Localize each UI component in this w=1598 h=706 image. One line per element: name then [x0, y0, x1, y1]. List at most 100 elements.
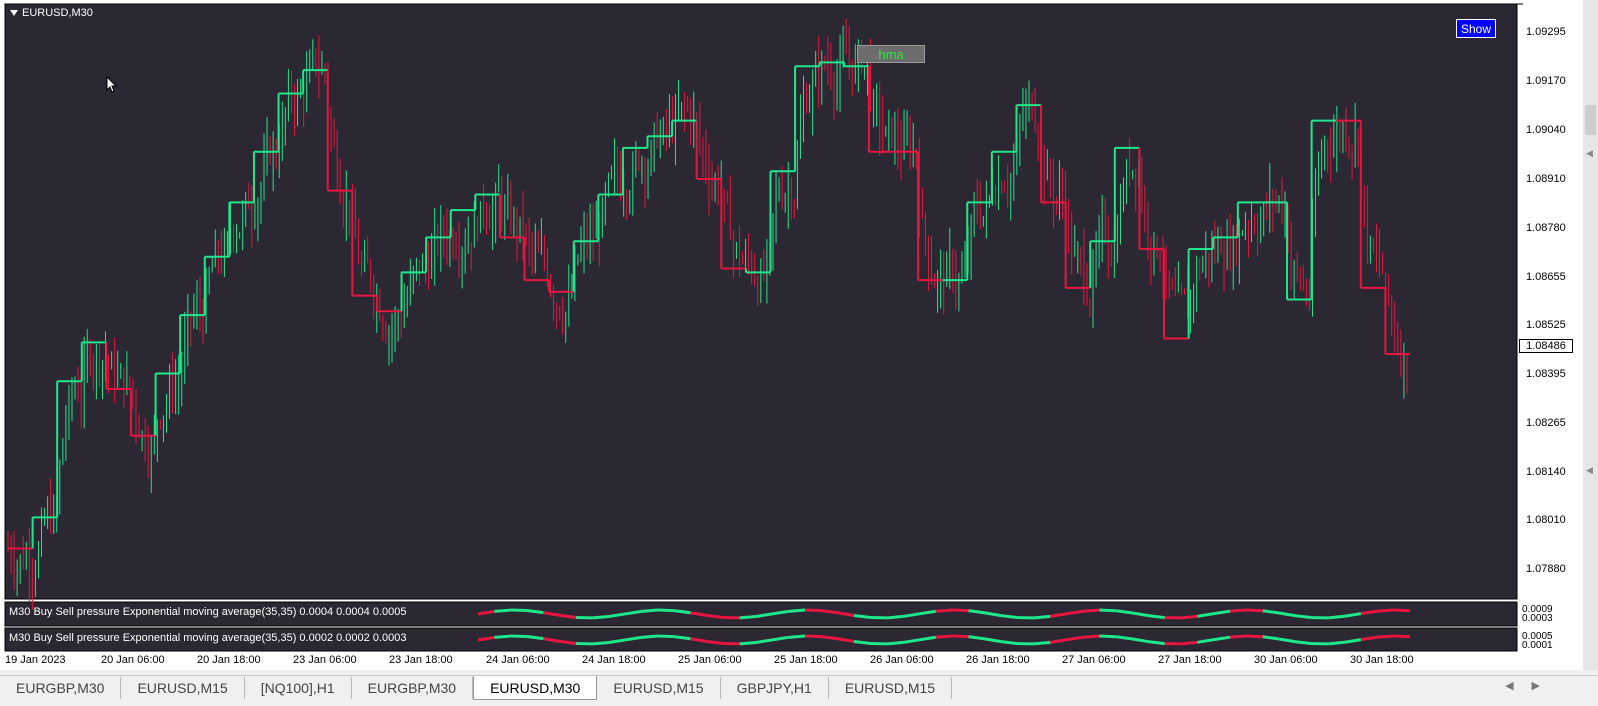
- indicator-line: [1230, 610, 1246, 611]
- indicator-line: [592, 617, 608, 618]
- indicator-line: [1148, 616, 1164, 618]
- vertical-scrollbar[interactable]: ◀ ◀: [1583, 0, 1598, 670]
- scroll-left-arrow-icon[interactable]: ◀: [1586, 148, 1593, 159]
- indicator-line: [642, 636, 658, 637]
- indicator-line: [527, 611, 543, 613]
- price-tick-label: 1.07880: [1526, 563, 1572, 575]
- tab--nq100-h1[interactable]: [NQ100],H1: [245, 677, 352, 699]
- indicator-line: [1099, 610, 1115, 611]
- indicator-line: [674, 637, 690, 639]
- tab-eurgbp-m30[interactable]: EURGBP,M30: [0, 677, 121, 699]
- price-tick-label: 1.08140: [1526, 466, 1572, 478]
- indicator-1-scale: 0.0009 0.0003: [1522, 605, 1553, 623]
- time-tick-label: 24 Jan 06:00: [486, 654, 550, 666]
- time-tick-label: 19 Jan 2023: [5, 654, 66, 666]
- symbol-title[interactable]: EURUSD,M30: [10, 7, 93, 19]
- time-tick-label: 25 Jan 18:00: [774, 654, 838, 666]
- indicator-2-scale: 0.0005 0.0001: [1522, 632, 1553, 650]
- indicator-line: [952, 636, 968, 637]
- indicator-line: [674, 611, 690, 613]
- indicator-line: [1296, 642, 1312, 644]
- price-tick-label: 1.09040: [1526, 124, 1572, 136]
- time-tick-label: 27 Jan 18:00: [1158, 654, 1222, 666]
- hma-label-box[interactable]: hma: [857, 45, 925, 63]
- indicator-line: [1246, 610, 1262, 611]
- indicator-line: [952, 610, 968, 611]
- indicator-line: [560, 615, 576, 617]
- time-tick-label: 23 Jan 06:00: [293, 654, 357, 666]
- time-tick-label: 27 Jan 06:00: [1062, 654, 1126, 666]
- show-button[interactable]: Show: [1456, 19, 1496, 38]
- indicator-line: [1181, 616, 1197, 618]
- tab-scroll-arrows[interactable]: ◀▶: [1505, 679, 1558, 692]
- mouse-cursor-icon: [106, 76, 118, 94]
- current-price-label: 1.08486: [1519, 339, 1573, 353]
- indicator-line: [642, 610, 658, 611]
- indicator-line: [1394, 610, 1410, 611]
- symbol-title-text: EURUSD,M30: [22, 7, 93, 19]
- indicator-line: [1328, 642, 1344, 644]
- indicator-2-scale-bottom: 0.0001: [1522, 641, 1553, 650]
- indicator-line: [887, 616, 903, 617]
- indicator-line: [1328, 616, 1344, 618]
- tab-eurusd-m15[interactable]: EURUSD,M15: [121, 677, 244, 699]
- indicator-line: [1099, 636, 1115, 637]
- indicator-line: [1394, 636, 1410, 637]
- price-tick-label: 1.08525: [1526, 319, 1572, 331]
- price-tick-label: 1.09170: [1526, 75, 1572, 87]
- indicator-line: [740, 642, 756, 643]
- price-chart[interactable]: [0, 0, 1598, 670]
- indicator-line: [854, 642, 870, 644]
- price-tick-label: 1.08910: [1526, 173, 1572, 185]
- indicator-line: [560, 641, 576, 643]
- scroll-right-arrow-icon[interactable]: ◀: [1586, 465, 1593, 476]
- tab-gbpjpy-h1[interactable]: GBPJPY,H1: [721, 677, 829, 699]
- price-tick-label: 1.08010: [1526, 514, 1572, 526]
- indicator-line: [707, 641, 723, 643]
- indicator-line: [527, 637, 543, 639]
- indicator-line: [854, 616, 870, 618]
- indicator-1-scale-bottom: 0.0003: [1522, 614, 1553, 623]
- indicator-line: [1083, 610, 1099, 611]
- price-tick-label: 1.08265: [1526, 417, 1572, 429]
- tab-eurusd-m30[interactable]: EURUSD,M30: [473, 676, 597, 700]
- indicator-line: [1001, 616, 1017, 618]
- indicator-line: [592, 643, 608, 644]
- tab-eurusd-m15[interactable]: EURUSD,M15: [829, 677, 952, 699]
- indicator-line: [1034, 616, 1050, 618]
- time-tick-label: 23 Jan 18:00: [389, 654, 453, 666]
- indicator-line: [936, 636, 952, 637]
- indicator-line: [658, 610, 674, 611]
- indicator-line: [936, 610, 952, 611]
- scrollbar-thumb[interactable]: [1585, 105, 1596, 135]
- time-tick-label: 20 Jan 06:00: [101, 654, 165, 666]
- indicator-line: [1296, 616, 1312, 618]
- time-tick-label: 24 Jan 18:00: [582, 654, 646, 666]
- chart-window[interactable]: EURUSD,M30 Show hma 1.092951.091701.0904…: [0, 0, 1598, 670]
- indicator-line: [740, 616, 756, 617]
- tab-eurgbp-m30[interactable]: EURGBP,M30: [352, 677, 473, 699]
- tab-eurusd-m15[interactable]: EURUSD,M15: [597, 677, 720, 699]
- indicator-line: [658, 636, 674, 637]
- indicator-line: [1034, 642, 1050, 644]
- price-tick-label: 1.08655: [1526, 271, 1572, 283]
- indicator-line: [1083, 636, 1099, 637]
- time-tick-label: 26 Jan 06:00: [870, 654, 934, 666]
- indicator-line: [707, 615, 723, 617]
- indicator-line: [1246, 636, 1262, 637]
- time-tick-label: 30 Jan 06:00: [1254, 654, 1318, 666]
- time-tick-label: 25 Jan 06:00: [678, 654, 742, 666]
- indicator-line: [887, 642, 903, 643]
- chart-tabs-bar: EURGBP,M30EURUSD,M15[NQ100],H1EURGBP,M30…: [0, 675, 1598, 706]
- time-tick-label: 26 Jan 18:00: [966, 654, 1030, 666]
- price-tick-label: 1.08395: [1526, 368, 1572, 380]
- indicator-line: [494, 610, 510, 611]
- indicator-line: [1377, 610, 1393, 611]
- indicator-line: [1181, 642, 1197, 644]
- indicator-line: [789, 610, 805, 611]
- collapse-triangle-icon[interactable]: [10, 10, 18, 16]
- indicator-line: [494, 636, 510, 637]
- time-tick-label: 20 Jan 18:00: [197, 654, 261, 666]
- indicator-line: [1148, 642, 1164, 644]
- indicator-line: [805, 636, 821, 637]
